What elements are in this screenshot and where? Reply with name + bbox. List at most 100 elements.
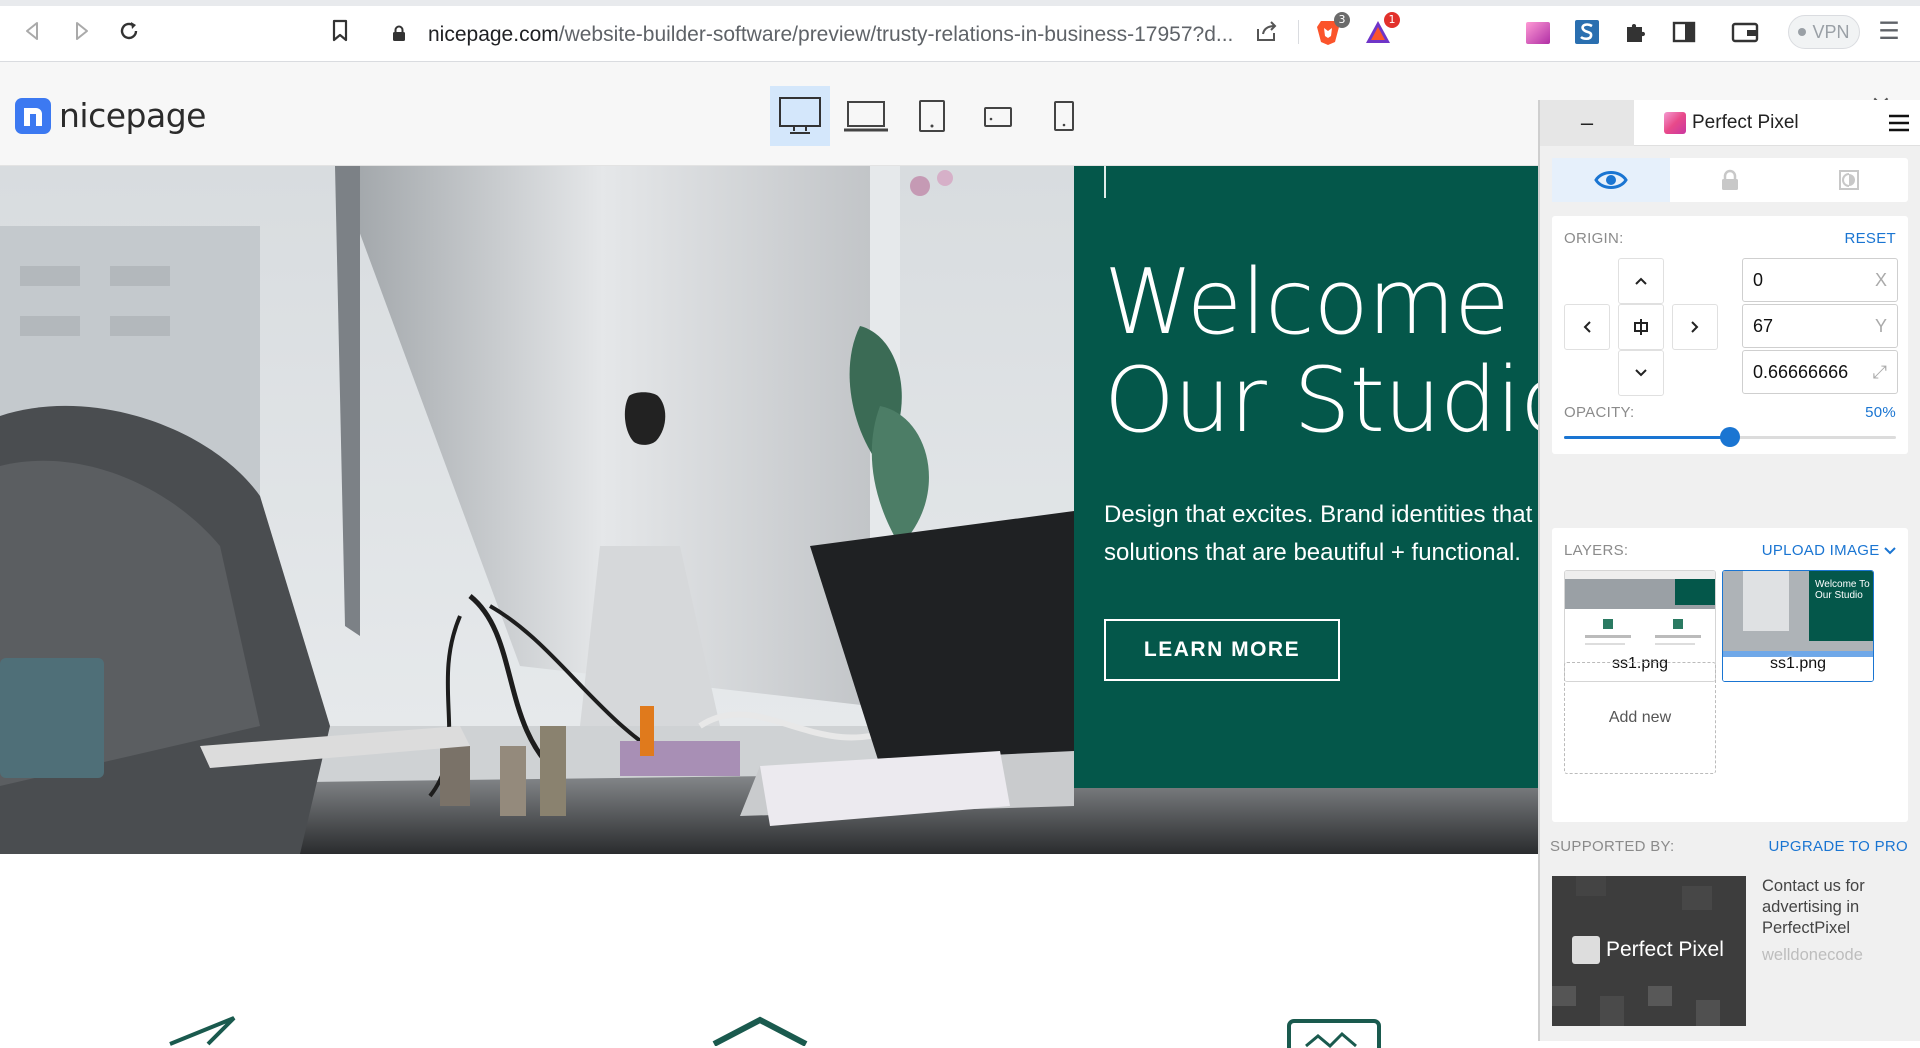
opacity-slider-fill — [1564, 436, 1730, 439]
perfect-pixel-extension-button[interactable] — [1524, 18, 1552, 46]
device-phone-button[interactable] — [1034, 86, 1094, 146]
sidebar-icon — [1672, 21, 1696, 43]
hero-text-panel: Welcome To Our Studio Design that excite… — [1074, 166, 1540, 788]
origin-x-unit: X — [1874, 270, 1887, 290]
extensions-button[interactable] — [1622, 18, 1650, 46]
tab-invert[interactable] — [1790, 158, 1908, 202]
center-icon — [1634, 319, 1648, 335]
vpn-status-dot — [1798, 28, 1807, 36]
pp-minimize-button[interactable]: – — [1540, 100, 1634, 146]
sidebar-toggle-button[interactable] — [1670, 18, 1698, 46]
paper-plane-icon — [169, 1016, 236, 1046]
back-button[interactable] — [18, 16, 48, 46]
scale-value: 0.66666666 — [1753, 362, 1849, 382]
pp-origin-card: ORIGIN: RESET 0 X 67 Y 0.66666666 ⤢ OPAC… — [1552, 216, 1908, 454]
origin-x-input[interactable]: 0 X — [1742, 258, 1898, 302]
opacity-slider-thumb[interactable] — [1720, 427, 1740, 447]
brave-shields-button[interactable]: 3 — [1314, 12, 1350, 46]
device-laptop-button[interactable] — [836, 86, 896, 146]
reload-icon — [120, 22, 138, 40]
origin-y-input[interactable]: 67 Y — [1742, 304, 1898, 348]
ad-contact-text: Contact us for advertising in PerfectPix… — [1762, 877, 1865, 937]
brave-badge: 3 — [1334, 12, 1350, 28]
monitor-icon — [1287, 1019, 1381, 1048]
chevron-down-icon — [1884, 547, 1896, 555]
laptop-icon — [844, 101, 888, 132]
device-tablet-button[interactable] — [902, 86, 962, 146]
pp-mode-tabs — [1552, 158, 1908, 202]
brave-rewards-button[interactable]: 1 — [1364, 12, 1400, 46]
pp-title: Perfect Pixel — [1692, 112, 1799, 133]
tablet-landscape-icon — [984, 107, 1012, 127]
reload-button[interactable] — [114, 16, 144, 46]
toolbar-separator — [1298, 20, 1299, 44]
tab-strip — [0, 0, 1920, 6]
address-bar[interactable]: nicepage.com/website-builder-software/pr… — [378, 12, 1288, 54]
house-icon — [712, 1016, 808, 1046]
center-button[interactable] — [1618, 304, 1664, 350]
pp-header: – Perfect Pixel — [1540, 100, 1920, 146]
chevron-down-icon — [1635, 369, 1647, 377]
layer-thumbnail-active[interactable]: Welcome To Our Studio ss1.png — [1722, 570, 1874, 682]
perfect-pixel-logo-icon — [1664, 112, 1686, 134]
share-button[interactable] — [1255, 20, 1281, 44]
move-left-button[interactable] — [1564, 304, 1610, 350]
move-down-button[interactable] — [1618, 350, 1664, 396]
learn-more-button[interactable]: LEARN MORE — [1104, 619, 1340, 681]
wallet-icon — [1731, 22, 1759, 43]
url-path: /website-builder-software/preview/trusty… — [558, 23, 1234, 46]
tablet-icon — [919, 100, 945, 132]
lock-icon — [393, 25, 405, 41]
origin-label: ORIGIN: — [1564, 230, 1624, 247]
opacity-slider[interactable] — [1564, 427, 1896, 447]
forward-icon — [76, 22, 88, 40]
tab-lock[interactable] — [1671, 158, 1789, 202]
reset-link[interactable]: RESET — [1844, 230, 1896, 247]
supported-by-label: SUPPORTED BY: — [1550, 838, 1675, 855]
puzzle-icon — [1627, 24, 1645, 42]
chevron-left-icon — [1583, 321, 1591, 333]
forward-button[interactable] — [66, 16, 96, 46]
perfect-pixel-icon — [1526, 22, 1550, 44]
hero-section: Welcome To Our Studio Design that excite… — [0, 166, 1540, 854]
hero-title: Welcome To Our Studio — [1104, 250, 1540, 453]
url-text: nicepage.com/website-builder-software/pr… — [428, 23, 1233, 47]
device-desktop-button[interactable] — [770, 86, 830, 146]
phone-icon — [1054, 101, 1074, 131]
resize-icon: ⤢ — [1872, 362, 1887, 382]
layer-name: ss1.png — [1769, 655, 1827, 672]
wallet-button[interactable] — [1730, 18, 1759, 46]
sponsor-ad-image[interactable]: Perfect Pixel — [1552, 876, 1746, 1026]
upgrade-to-pro-link[interactable]: UPGRADE TO PRO — [1768, 838, 1908, 855]
origin-y-value: 67 — [1753, 316, 1774, 336]
sponsor-ad-text[interactable]: Contact us for advertising in PerfectPix… — [1762, 876, 1912, 966]
url-host: nicepage.com — [428, 23, 559, 46]
back-icon — [26, 22, 38, 40]
origin-y-unit: Y — [1874, 316, 1887, 336]
upload-image-dropdown[interactable]: UPLOAD IMAGE — [1762, 542, 1896, 559]
move-right-button[interactable] — [1672, 304, 1718, 350]
chevron-right-icon — [1691, 321, 1699, 333]
add-new-layer-button[interactable]: Add new — [1564, 662, 1716, 774]
device-tablet-landscape-button[interactable] — [968, 86, 1028, 146]
lock-icon — [1722, 169, 1738, 190]
browser-menu-button[interactable]: ☰ — [1876, 18, 1902, 44]
hamburger-menu-icon[interactable] — [1888, 114, 1910, 132]
s-extension-icon — [1575, 20, 1599, 44]
eye-icon — [1594, 171, 1628, 189]
share-icon — [1257, 21, 1277, 41]
s-extension-button[interactable] — [1573, 18, 1601, 46]
rewards-badge: 1 — [1384, 12, 1400, 28]
opacity-value: 50% — [1865, 404, 1896, 421]
bookmark-button[interactable] — [330, 18, 356, 46]
layers-label: LAYERS: — [1564, 542, 1629, 559]
ad-title: Perfect Pixel — [1606, 938, 1724, 961]
tab-visibility[interactable] — [1552, 158, 1670, 202]
nicepage-logo[interactable]: nicepage — [15, 96, 206, 135]
vpn-button[interactable]: VPN — [1788, 15, 1860, 49]
logo-text: nicepage — [59, 96, 206, 135]
scale-input[interactable]: 0.66666666 ⤢ — [1742, 350, 1898, 394]
nicepage-logo-mark — [15, 97, 51, 134]
move-up-button[interactable] — [1618, 258, 1664, 304]
invert-icon — [1839, 170, 1859, 190]
